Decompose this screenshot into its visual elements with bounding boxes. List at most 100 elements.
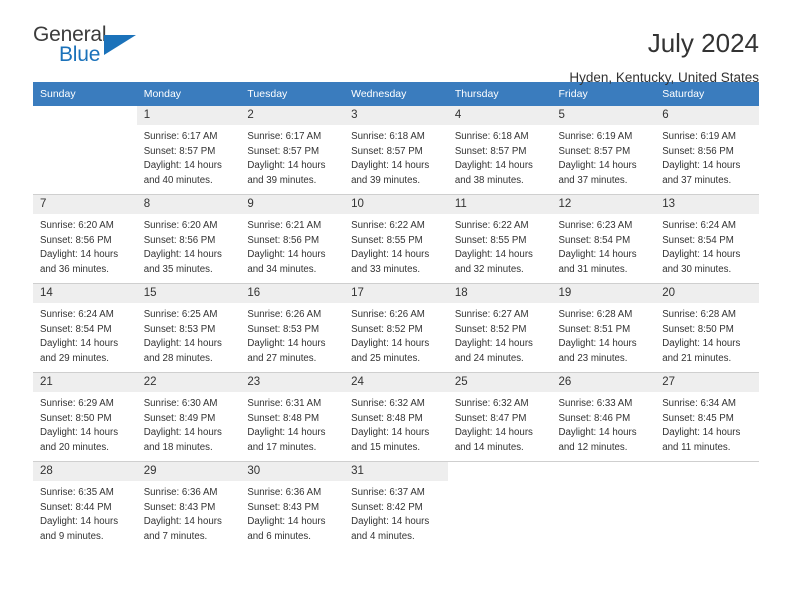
sunrise-text: Sunrise: 6:24 AM xyxy=(40,309,114,320)
calendar-day-cell[interactable]: 25 Sunrise: 6:32 AM Sunset: 8:47 PM Dayligh… xyxy=(447,372,552,462)
calendar-day-cell[interactable]: 4 Sunrise: 6:18 AM Sunset: 8:57 PM Daylight… xyxy=(447,106,552,195)
sunset-text: Sunset: 8:56 PM xyxy=(40,234,112,246)
day-number: 15 xyxy=(136,284,241,303)
calendar-week-row: 21 Sunrise: 6:29 AM Sunset: 8:50 PM Dayligh… xyxy=(33,372,759,462)
sunset-text: Sunset: 8:54 PM xyxy=(662,234,734,246)
daylight-text-line2: and 29 minutes. xyxy=(40,352,109,364)
day-number: 12 xyxy=(551,195,656,214)
sunset-text: Sunset: 8:50 PM xyxy=(40,412,112,424)
calendar-day-cell[interactable]: 29 Sunrise: 6:36 AM Sunset: 8:43 PM Dayligh… xyxy=(136,461,241,550)
calendar-day-cell[interactable]: 31 Sunrise: 6:37 AM Sunset: 8:42 PM Dayligh… xyxy=(344,461,448,550)
calendar-day-cell[interactable]: 13 Sunrise: 6:24 AM Sunset: 8:54 PM Dayligh… xyxy=(655,194,759,284)
sunrise-text: Sunrise: 6:20 AM xyxy=(143,220,218,231)
day-number: 5 xyxy=(551,106,656,125)
day-details: Sunrise: 6:21 AM Sunset: 8:56 PM Daylight:… xyxy=(240,214,344,277)
calendar-day-cell[interactable]: 28 Sunrise: 6:35 AM Sunset: 8:44 PM Dayligh… xyxy=(33,461,137,550)
sunrise-text: Sunrise: 6:36 AM xyxy=(247,487,322,498)
sunset-text: Sunset: 8:44 PM xyxy=(40,501,112,513)
day-number: 13 xyxy=(655,195,759,214)
day-details: Sunrise: 6:28 AM Sunset: 8:50 PM Daylight:… xyxy=(655,303,759,366)
calendar-day-cell[interactable]: 18 Sunrise: 6:27 AM Sunset: 8:52 PM Dayligh… xyxy=(447,283,552,373)
calendar-day-cell[interactable]: 6 Sunrise: 6:19 AM Sunset: 8:56 PM Daylight… xyxy=(655,106,759,195)
calendar-day-cell[interactable]: 30 Sunrise: 6:36 AM Sunset: 8:43 PM Dayligh… xyxy=(240,461,345,550)
daylight-text-line1: Daylight: 14 hours xyxy=(247,249,326,261)
day-details: Sunrise: 6:36 AM Sunset: 8:43 PM Daylight:… xyxy=(240,481,344,544)
sunset-text: Sunset: 8:49 PM xyxy=(143,412,216,424)
sunset-text: Sunset: 8:43 PM xyxy=(143,501,216,513)
day-details: Sunrise: 6:34 AM Sunset: 8:45 PM Daylight:… xyxy=(655,392,759,455)
calendar-day-cell[interactable]: 3 Sunrise: 6:18 AM Sunset: 8:57 PM Daylight… xyxy=(344,106,448,195)
calendar-day-cell[interactable]: 24 Sunrise: 6:32 AM Sunset: 8:48 PM Dayligh… xyxy=(344,372,448,462)
daylight-text-line1: Daylight: 14 hours xyxy=(247,427,326,439)
sunset-text: Sunset: 8:50 PM xyxy=(662,323,734,335)
daylight-text-line1: Daylight: 14 hours xyxy=(40,427,119,439)
calendar-day-cell[interactable]: 14 Sunrise: 6:24 AM Sunset: 8:54 PM Dayligh… xyxy=(33,283,137,373)
calendar-day-cell[interactable]: 21 Sunrise: 6:29 AM Sunset: 8:50 PM Dayligh… xyxy=(33,372,137,462)
calendar-week-row: 7 Sunrise: 6:20 AM Sunset: 8:56 PM Daylight… xyxy=(33,194,759,284)
sunrise-text: Sunrise: 6:24 AM xyxy=(662,220,736,231)
day-details: Sunrise: 6:26 AM Sunset: 8:53 PM Daylight:… xyxy=(240,303,344,366)
calendar-day-cell[interactable]: 22 Sunrise: 6:30 AM Sunset: 8:49 PM Dayligh… xyxy=(136,372,241,462)
calendar-day-cell-empty xyxy=(655,461,759,550)
sunrise-text: Sunrise: 6:37 AM xyxy=(351,487,425,498)
sunset-text: Sunset: 8:53 PM xyxy=(143,323,216,335)
calendar-day-cell[interactable]: 26 Sunrise: 6:33 AM Sunset: 8:46 PM Dayligh… xyxy=(551,372,656,462)
day-details: Sunrise: 6:37 AM Sunset: 8:42 PM Daylight:… xyxy=(344,481,448,544)
calendar-day-cell[interactable]: 27 Sunrise: 6:34 AM Sunset: 8:45 PM Dayligh… xyxy=(655,372,759,462)
sunrise-text: Sunrise: 6:18 AM xyxy=(351,131,425,142)
day-number: 23 xyxy=(240,373,345,392)
sunrise-text: Sunrise: 6:20 AM xyxy=(40,220,114,231)
day-number: 29 xyxy=(136,462,241,481)
sunrise-text: Sunrise: 6:17 AM xyxy=(143,131,218,142)
calendar-day-cell[interactable]: 20 Sunrise: 6:28 AM Sunset: 8:50 PM Dayligh… xyxy=(655,283,759,373)
calendar-day-cell[interactable]: 17 Sunrise: 6:26 AM Sunset: 8:52 PM Dayligh… xyxy=(344,283,448,373)
calendar-day-cell-empty xyxy=(551,461,656,550)
day-number: 17 xyxy=(344,284,448,303)
sunset-text: Sunset: 8:56 PM xyxy=(247,234,320,246)
sunset-text: Sunset: 8:55 PM xyxy=(351,234,423,246)
calendar-day-cell[interactable]: 11 Sunrise: 6:22 AM Sunset: 8:55 PM Dayligh… xyxy=(447,194,552,284)
daylight-text-line1: Daylight: 14 hours xyxy=(558,338,637,350)
day-details: Sunrise: 6:33 AM Sunset: 8:46 PM Daylight:… xyxy=(552,392,656,455)
day-details: Sunrise: 6:19 AM Sunset: 8:57 PM Daylight:… xyxy=(552,125,656,188)
calendar-day-cell[interactable]: 2 Sunrise: 6:17 AM Sunset: 8:57 PM Daylight… xyxy=(240,106,345,195)
calendar-day-cell[interactable]: 10 Sunrise: 6:22 AM Sunset: 8:55 PM Dayligh… xyxy=(344,194,448,284)
daylight-text-line2: and 34 minutes. xyxy=(247,263,317,275)
daylight-text-line2: and 30 minutes. xyxy=(662,263,732,275)
calendar-day-cell[interactable]: 19 Sunrise: 6:28 AM Sunset: 8:51 PM Dayligh… xyxy=(551,283,656,373)
sunrise-text: Sunrise: 6:28 AM xyxy=(662,309,736,320)
calendar-day-cell[interactable]: 8 Sunrise: 6:20 AM Sunset: 8:56 PM Daylight… xyxy=(136,194,241,284)
sunrise-text: Sunrise: 6:36 AM xyxy=(143,487,218,498)
day-details: Sunrise: 6:24 AM Sunset: 8:54 PM Daylight:… xyxy=(655,214,759,277)
sunrise-text: Sunrise: 6:22 AM xyxy=(454,220,529,231)
daylight-text-line1: Daylight: 14 hours xyxy=(143,516,222,528)
calendar-day-cell[interactable]: 23 Sunrise: 6:31 AM Sunset: 8:48 PM Dayligh… xyxy=(240,372,345,462)
sunrise-text: Sunrise: 6:26 AM xyxy=(247,309,322,320)
daylight-text-line1: Daylight: 14 hours xyxy=(40,338,119,350)
general-blue-logo[interactable]: General Blue xyxy=(33,24,153,72)
day-number: 20 xyxy=(655,284,759,303)
daylight-text-line1: Daylight: 14 hours xyxy=(247,338,326,350)
sunset-text: Sunset: 8:56 PM xyxy=(143,234,216,246)
sunset-text: Sunset: 8:45 PM xyxy=(662,412,734,424)
calendar-day-cell[interactable]: 15 Sunrise: 6:25 AM Sunset: 8:53 PM Dayligh… xyxy=(136,283,241,373)
day-number: 14 xyxy=(33,284,137,303)
day-details: Sunrise: 6:22 AM Sunset: 8:55 PM Daylight:… xyxy=(344,214,448,277)
sunrise-text: Sunrise: 6:19 AM xyxy=(662,131,736,142)
sunset-text: Sunset: 8:57 PM xyxy=(247,145,320,157)
day-number xyxy=(655,462,759,470)
day-details: Sunrise: 6:18 AM Sunset: 8:57 PM Daylight:… xyxy=(448,125,552,188)
calendar-day-cell[interactable]: 16 Sunrise: 6:26 AM Sunset: 8:53 PM Dayligh… xyxy=(240,283,345,373)
calendar-day-cell[interactable]: 1 Sunrise: 6:17 AM Sunset: 8:57 PM Daylight… xyxy=(136,106,241,195)
day-details: Sunrise: 6:32 AM Sunset: 8:47 PM Daylight:… xyxy=(448,392,552,455)
sunset-text: Sunset: 8:48 PM xyxy=(351,412,423,424)
calendar-day-cell[interactable]: 5 Sunrise: 6:19 AM Sunset: 8:57 PM Daylight… xyxy=(551,106,656,195)
daylight-text-line1: Daylight: 14 hours xyxy=(143,249,222,261)
calendar-day-cell[interactable]: 7 Sunrise: 6:20 AM Sunset: 8:56 PM Daylight… xyxy=(33,194,137,284)
daylight-text-line1: Daylight: 14 hours xyxy=(558,160,637,172)
daylight-text-line1: Daylight: 14 hours xyxy=(558,427,637,439)
calendar-day-cell[interactable]: 12 Sunrise: 6:23 AM Sunset: 8:54 PM Dayligh… xyxy=(551,194,656,284)
calendar-day-cell[interactable]: 9 Sunrise: 6:21 AM Sunset: 8:56 PM Daylight… xyxy=(240,194,345,284)
daylight-text-line2: and 39 minutes. xyxy=(247,174,317,186)
sunrise-text: Sunrise: 6:32 AM xyxy=(351,398,425,409)
